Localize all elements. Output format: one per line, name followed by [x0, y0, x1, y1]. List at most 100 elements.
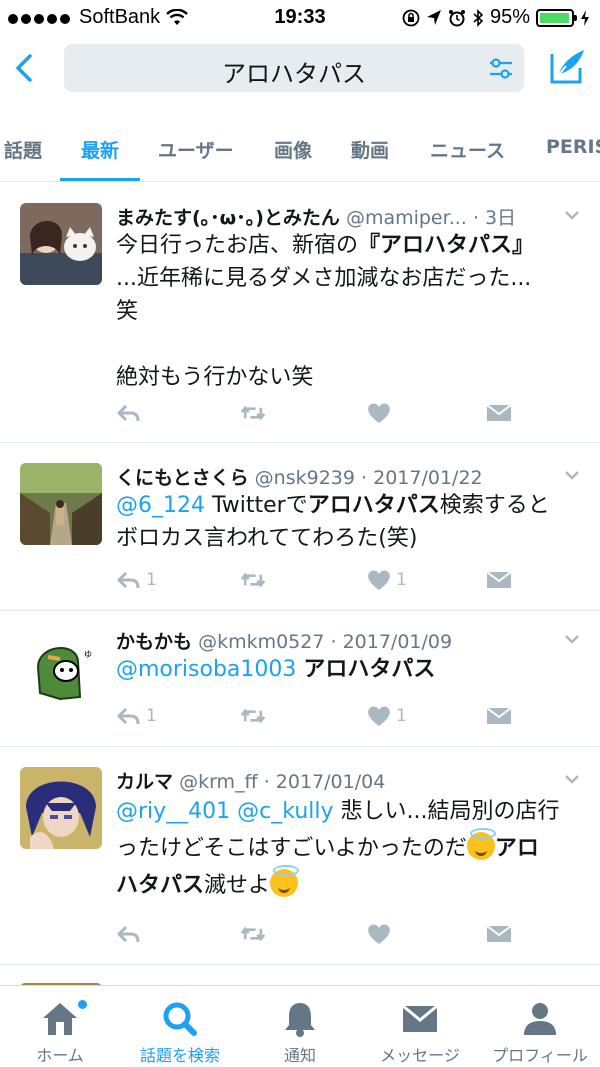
tab-messages-label: メッセージ: [380, 1046, 460, 1065]
reply-icon: [117, 707, 140, 725]
tweet[interactable]: ゆ かもかも @kmkm0527 · 2017/01/09 @morisoba1…: [0, 611, 600, 747]
tweet-actions: [116, 398, 516, 428]
location-arrow-icon: [426, 9, 441, 25]
author-handle[interactable]: @kmkm0527: [198, 631, 324, 653]
author-handle[interactable]: @nsk9239: [255, 467, 355, 489]
tweet-text-bold: アロハタパス: [307, 493, 440, 518]
tweet-text-line: ...近年稀に見るダメさ加減なお店だった...: [116, 266, 532, 291]
tweet-time: · 2017/01/22: [361, 467, 483, 489]
author-name[interactable]: まみたす(｡･ω･｡)とみたん: [116, 207, 340, 229]
direct-message-button[interactable]: [486, 398, 512, 428]
tweet-actions: 1 1: [116, 701, 516, 731]
envelope-icon: [402, 1004, 438, 1032]
tab-news[interactable]: ニュース: [430, 136, 505, 163]
reply-count: 1: [146, 706, 157, 726]
filter-sliders-icon[interactable]: [488, 56, 514, 82]
tab-home-label: ホーム: [36, 1046, 84, 1065]
reply-count: 1: [146, 570, 157, 590]
search-icon: [163, 1002, 197, 1036]
reply-button[interactable]: 1: [116, 565, 157, 595]
chevron-down-icon[interactable]: [564, 633, 580, 645]
like-button[interactable]: 1: [366, 565, 407, 595]
chevron-down-icon[interactable]: [564, 773, 580, 785]
tweet-partial[interactable]: [0, 965, 600, 987]
retweet-button[interactable]: [240, 398, 266, 428]
envelope-icon: [486, 707, 512, 724]
search-header: アロハタパス: [0, 36, 600, 106]
heart-icon: [368, 570, 390, 590]
avatar[interactable]: [20, 463, 102, 545]
alarm-icon: [448, 9, 465, 26]
tweet-text-line: ボロカス言われててわろた(笑): [116, 526, 418, 551]
svg-text:ゆ: ゆ: [84, 650, 92, 659]
tab-profile[interactable]: プロフィール: [480, 986, 600, 1067]
retweet-icon: [240, 708, 266, 724]
tweet-time: · 3日: [472, 207, 517, 229]
like-button[interactable]: 1: [366, 701, 407, 731]
tweet-text-segment: 滅せよ: [204, 873, 271, 898]
active-tab-indicator: [60, 178, 140, 181]
mention-link[interactable]: @riy__401: [116, 799, 230, 824]
author-name[interactable]: かもかも: [116, 631, 192, 653]
tab-latest[interactable]: 最新: [81, 136, 119, 163]
direct-message-button[interactable]: [486, 919, 512, 949]
bell-icon: [285, 1003, 315, 1037]
reply-button[interactable]: [116, 398, 146, 428]
status-bar: SoftBank 19:33 95%: [0, 0, 600, 36]
tweet-header: まみたす(｡･ω･｡)とみたん @mamiper... · 3日: [116, 203, 560, 230]
author-handle[interactable]: @krm_ff: [179, 771, 258, 793]
back-chevron-icon[interactable]: [8, 46, 44, 90]
retweet-button[interactable]: [240, 919, 266, 949]
mention-link[interactable]: @6_124: [116, 493, 205, 518]
retweet-button[interactable]: [240, 701, 266, 731]
battery-icon: [536, 8, 577, 27]
tab-messages[interactable]: メッセージ: [360, 986, 480, 1067]
heart-icon: [368, 924, 390, 944]
chevron-down-icon[interactable]: [564, 209, 580, 221]
tab-photos[interactable]: 画像: [274, 136, 312, 163]
tab-top[interactable]: 話題: [4, 136, 42, 163]
tweet-text-segment: Twitterで: [205, 493, 308, 518]
compose-tweet-icon[interactable]: [548, 46, 588, 86]
mention-link[interactable]: @c_kully: [237, 799, 333, 824]
tab-periscope[interactable]: PERIS: [546, 136, 600, 158]
avatar[interactable]: ゆ: [20, 627, 102, 709]
tweet[interactable]: くにもとさくら @nsk9239 · 2017/01/22 @6_124 Twi…: [0, 443, 600, 611]
avatar[interactable]: [20, 203, 102, 285]
tab-users[interactable]: ユーザー: [158, 136, 234, 163]
like-count: 1: [396, 706, 407, 726]
tweet-text-line: 笑: [116, 299, 139, 324]
tweet-text: @morisoba1003 アロハタパス: [116, 653, 586, 686]
tweet[interactable]: カルマ @krm_ff · 2017/01/04 @riy__401 @c_ku…: [0, 747, 600, 965]
tweet-text: @6_124 Twitterでアロハタパス検索すると ボロカス言われててわろた(…: [116, 489, 586, 555]
retweet-icon: [240, 405, 266, 421]
charging-bolt-icon: [581, 9, 589, 26]
avatar[interactable]: [20, 767, 102, 849]
tweet[interactable]: まみたす(｡･ω･｡)とみたん @mamiper... · 3日 今日行ったお店…: [0, 183, 600, 443]
like-button[interactable]: [366, 919, 396, 949]
author-name[interactable]: くにもとさくら: [116, 467, 249, 489]
mention-link[interactable]: @morisoba1003: [116, 657, 296, 682]
retweet-button[interactable]: [240, 565, 266, 595]
smiling-halo-emoji-icon: [466, 828, 496, 860]
like-button[interactable]: [366, 398, 396, 428]
chevron-down-icon[interactable]: [564, 469, 580, 481]
tab-notifications[interactable]: 通知: [240, 986, 360, 1067]
direct-message-button[interactable]: [486, 565, 512, 595]
direct-message-button[interactable]: [486, 701, 512, 731]
author-handle[interactable]: @mamiper...: [346, 207, 467, 229]
reply-button[interactable]: [116, 919, 146, 949]
reply-button[interactable]: 1: [116, 701, 157, 731]
tweet-text-segment: 悲しい...結局別の店行: [333, 799, 560, 824]
tab-search[interactable]: 話題を検索: [120, 986, 240, 1067]
tab-videos[interactable]: 動画: [351, 136, 389, 163]
search-input[interactable]: アロハタパス: [64, 44, 524, 92]
tweet-text-bold: アロハタパス: [303, 657, 436, 682]
tweet-actions: [116, 919, 516, 949]
author-name[interactable]: カルマ: [116, 771, 173, 793]
tab-home[interactable]: ホーム: [0, 986, 120, 1067]
like-count: 1: [396, 570, 407, 590]
tab-search-label: 話題を検索: [139, 1046, 220, 1065]
bluetooth-icon: [473, 8, 484, 27]
envelope-icon: [486, 404, 512, 421]
